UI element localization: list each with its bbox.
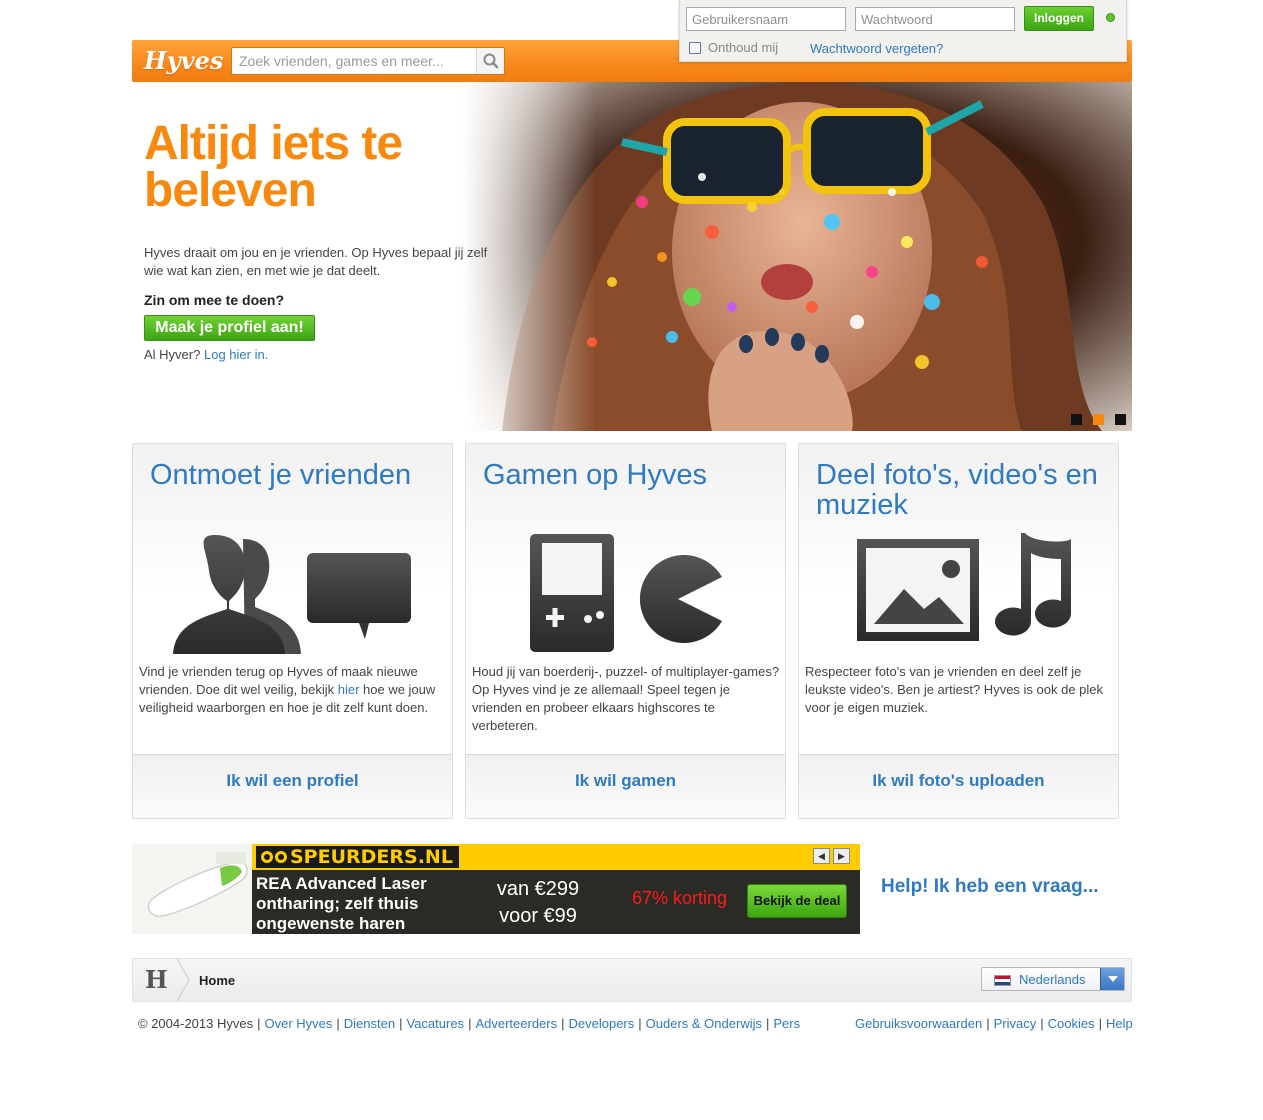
footer-link-diensten[interactable]: Diensten [344,1016,395,1031]
ad-header: SPEURDERS.NL ◀ ▶ [252,844,860,870]
search-input[interactable] [232,48,476,74]
card-title: Gamen op Hyves [483,459,708,491]
hero-section: Altijd iets te beleven Hyves draait om j… [132,82,1132,431]
forgot-password-link[interactable]: Wachtwoord vergeten? [810,41,943,56]
footer-left: © 2004-2013 Hyves | Over Hyves | Diensten | Va… [138,1016,801,1031]
remember-label: Onthoud mij [708,40,779,55]
search-button[interactable] [476,48,504,74]
hero-question: Zin om mee te doen? [144,292,285,308]
slide-dot-3[interactable] [1115,414,1126,425]
card-friends: Ontmoet je vrienden Vind je vrienden ter… [132,443,453,819]
ad-brand-label: SPEURDERS.NL [290,846,453,868]
chevron-down-icon[interactable] [1100,968,1124,990]
speech-bubble-icon [307,553,411,639]
footer-link-pers[interactable]: Pers [773,1016,800,1031]
hero-title: Altijd iets te beleven [144,117,403,217]
ad-brand: SPEURDERS.NL [256,846,459,868]
search-icon [483,53,499,69]
login-button[interactable]: Inloggen [1024,6,1094,31]
remember-me[interactable]: Onthoud mij [689,40,778,55]
dutch-flag-icon [994,975,1011,986]
footer-link-adverteerders[interactable]: Adverteerders [475,1016,557,1031]
card-media: Deel foto's, video's en muziek Respectee… [798,443,1119,819]
breadcrumb-home[interactable]: Home [199,973,235,988]
status-indicator-icon [1106,13,1115,22]
footer-link-help[interactable]: Help [1106,1016,1133,1031]
hero-login-link[interactable]: Log hier in. [204,347,268,362]
remember-checkbox[interactable] [689,41,701,54]
footer-link-vacatures[interactable]: Vacatures [406,1016,464,1031]
footer-link-developers[interactable]: Developers [569,1016,635,1031]
ad-prev-icon[interactable]: ◀ [813,848,830,864]
gameboy-icon [530,534,614,652]
card-icons [173,535,411,654]
password-input[interactable] [855,7,1015,31]
language-label: Nederlands [1019,972,1086,987]
username-input[interactable] [686,7,846,31]
ad-discount: 67% korting [632,888,728,908]
card-icons [857,533,1071,641]
card-title: Ontmoet je vrienden [150,459,412,491]
people-icon [173,535,301,654]
card-description: Vind je vrienden terug op Hyves of maak … [139,663,449,717]
create-profile-button[interactable]: Maak je profiel aan! [144,315,315,341]
ad-banner[interactable]: SPEURDERS.NL ◀ ▶ REA Advanced Laser onth… [132,844,860,934]
ad-deal-button[interactable]: Bekijk de deal [747,884,847,918]
games-link[interactable]: Ik wil gamen [466,754,785,818]
footer-link-terms[interactable]: Gebruiksvoorwaarden [855,1016,982,1031]
footer-link-ouders-onderwijs[interactable]: Ouders & Onderwijs [646,1016,762,1031]
help-link[interactable]: Help! Ik heb een vraag... [881,876,1099,898]
footer-link-over-hyves[interactable]: Over Hyves [264,1016,332,1031]
search-box [231,47,505,75]
ad-price-to: voor €99 [499,905,577,927]
hero-photo [462,82,1132,431]
hyves-logo[interactable]: Hyves [144,46,223,75]
music-note-icon [995,533,1071,636]
hyves-h-logo[interactable]: H [145,965,168,994]
ad-nav: ◀ ▶ [813,848,850,864]
card-title: Deel foto's, video's en muziek [816,459,1098,521]
binoculars-icon [261,851,287,863]
copyright: © 2004-2013 Hyves [138,1016,254,1031]
pacman-icon [639,555,722,643]
slide-dot-1[interactable] [1071,414,1082,425]
login-box: Inloggen Onthoud mij Wachtwoord vergeten… [679,0,1127,62]
slideshow-dots [1071,414,1126,425]
slide-dot-2[interactable] [1093,414,1104,425]
upload-photos-link[interactable]: Ik wil foto's uploaden [799,754,1118,818]
safety-link[interactable]: hier [338,682,360,697]
ad-next-icon[interactable]: ▶ [833,848,850,864]
footer-link-privacy[interactable]: Privacy [994,1016,1037,1031]
photo-icon [857,539,979,641]
hero-login-line: Al Hyver? Log hier in. [144,347,268,362]
ad-product-image [132,844,252,934]
ad-product-name: REA Advanced Laser ontharing; zelf thuis… [256,874,427,933]
card-icons [530,534,722,652]
card-description: Houd jij van boerderij-, puzzel- of mult… [472,664,780,733]
language-select[interactable]: Nederlands [981,967,1125,991]
card-description: Respecteer foto's van je vrienden en dee… [805,664,1104,715]
footer-right: Gebruiksvoorwaarden | Privacy | Cookies | Help [855,1016,1133,1031]
breadcrumb: H Home Nederlands [132,958,1132,1002]
card-games: Gamen op Hyves Houd jij van boerderij-, … [465,443,786,819]
hero-description: Hyves draait om jou en je vrienden. Op H… [144,245,488,278]
profile-link[interactable]: Ik wil een profiel [133,754,452,818]
ad-price: van €299 voor €99 [468,876,608,930]
footer-link-cookies[interactable]: Cookies [1048,1016,1095,1031]
hero-login-prefix: Al Hyver? [144,347,201,362]
breadcrumb-separator-icon [176,959,190,1001]
ad-price-from: van €299 [496,878,580,900]
